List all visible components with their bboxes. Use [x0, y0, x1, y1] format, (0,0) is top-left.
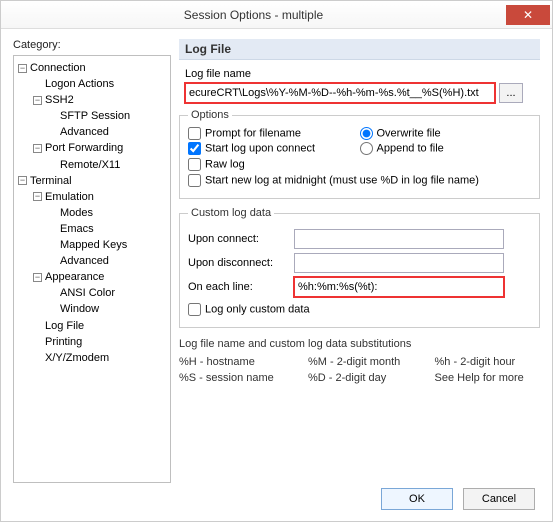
category-label: Category: [13, 39, 171, 51]
substitutions-help: Log file name and custom log data substi… [179, 336, 540, 386]
cancel-button[interactable]: Cancel [463, 488, 535, 510]
log-file-name-label: Log file name [185, 68, 540, 80]
log-file-name-input[interactable] [185, 83, 495, 103]
tree-connection[interactable]: −Connection [16, 60, 168, 76]
subst-h: %H - hostname [179, 354, 290, 370]
tree-emulation[interactable]: −Emulation [16, 189, 168, 205]
ok-button[interactable]: OK [381, 488, 453, 510]
upon-connect-input[interactable] [294, 229, 504, 249]
subst-hour: %h - 2-digit hour [435, 354, 540, 370]
panel-header: Log File [179, 39, 540, 60]
upon-connect-label: Upon connect: [188, 233, 288, 245]
log-only-custom-checkbox[interactable] [188, 303, 201, 316]
tree-logon-actions[interactable]: Logon Actions [16, 76, 168, 92]
append-option[interactable]: Append to file [360, 142, 532, 155]
tree-advanced-ssh[interactable]: Advanced [16, 124, 168, 140]
browse-button[interactable]: ... [499, 83, 523, 103]
raw-log-option[interactable]: Raw log [188, 158, 245, 171]
subst-d: %D - 2-digit day [308, 370, 417, 386]
tree-appearance[interactable]: −Appearance [16, 269, 168, 285]
collapse-icon[interactable]: − [18, 64, 27, 73]
overwrite-option[interactable]: Overwrite file [360, 127, 532, 140]
tree-port-forwarding[interactable]: −Port Forwarding [16, 140, 168, 156]
log-only-custom-option[interactable]: Log only custom data [188, 303, 310, 316]
tree-advanced-emu[interactable]: Advanced [16, 253, 168, 269]
prompt-filename-option[interactable]: Prompt for filename [188, 127, 360, 140]
substitutions-header: Log file name and custom log data substi… [179, 336, 540, 352]
subst-help: See Help for more [435, 370, 540, 386]
upon-disconnect-label: Upon disconnect: [188, 257, 288, 269]
tree-log-file[interactable]: Log File [16, 318, 168, 334]
category-tree[interactable]: −Connection Logon Actions −SSH2 SFTP Ses… [13, 55, 171, 483]
options-legend: Options [188, 109, 232, 121]
tree-sftp-session[interactable]: SFTP Session [16, 108, 168, 124]
collapse-icon[interactable]: − [33, 192, 42, 201]
close-button[interactable]: ✕ [506, 5, 550, 25]
collapse-icon[interactable]: − [33, 144, 42, 153]
subst-s: %S - session name [179, 370, 290, 386]
collapse-icon[interactable]: − [33, 273, 42, 282]
tree-terminal[interactable]: −Terminal [16, 173, 168, 189]
custom-log-legend: Custom log data [188, 207, 274, 219]
tree-ansi-color[interactable]: ANSI Color [16, 285, 168, 301]
tree-mapped-keys[interactable]: Mapped Keys [16, 237, 168, 253]
midnight-checkbox[interactable] [188, 174, 201, 187]
append-radio[interactable] [360, 142, 373, 155]
tree-emacs[interactable]: Emacs [16, 221, 168, 237]
start-log-option[interactable]: Start log upon connect [188, 142, 360, 155]
title-bar: Session Options - multiple ✕ [1, 1, 552, 29]
each-line-input[interactable] [294, 277, 504, 297]
options-group: Options Prompt for filename Overwrite fi… [179, 109, 540, 199]
tree-printing[interactable]: Printing [16, 334, 168, 350]
tree-ssh2[interactable]: −SSH2 [16, 92, 168, 108]
close-icon: ✕ [523, 8, 533, 22]
tree-remote-x11[interactable]: Remote/X11 [16, 157, 168, 173]
prompt-filename-checkbox[interactable] [188, 127, 201, 140]
subst-m: %M - 2-digit month [308, 354, 417, 370]
start-log-checkbox[interactable] [188, 142, 201, 155]
window-title: Session Options - multiple [1, 8, 506, 22]
custom-log-group: Custom log data Upon connect: Upon disco… [179, 207, 540, 328]
midnight-option[interactable]: Start new log at midnight (must use %D i… [188, 174, 479, 187]
upon-disconnect-input[interactable] [294, 253, 504, 273]
each-line-label: On each line: [188, 281, 288, 293]
tree-window[interactable]: Window [16, 301, 168, 317]
collapse-icon[interactable]: − [33, 96, 42, 105]
overwrite-radio[interactable] [360, 127, 373, 140]
collapse-icon[interactable]: − [18, 176, 27, 185]
tree-modes[interactable]: Modes [16, 205, 168, 221]
tree-xyzmodem[interactable]: X/Y/Zmodem [16, 350, 168, 366]
raw-log-checkbox[interactable] [188, 158, 201, 171]
